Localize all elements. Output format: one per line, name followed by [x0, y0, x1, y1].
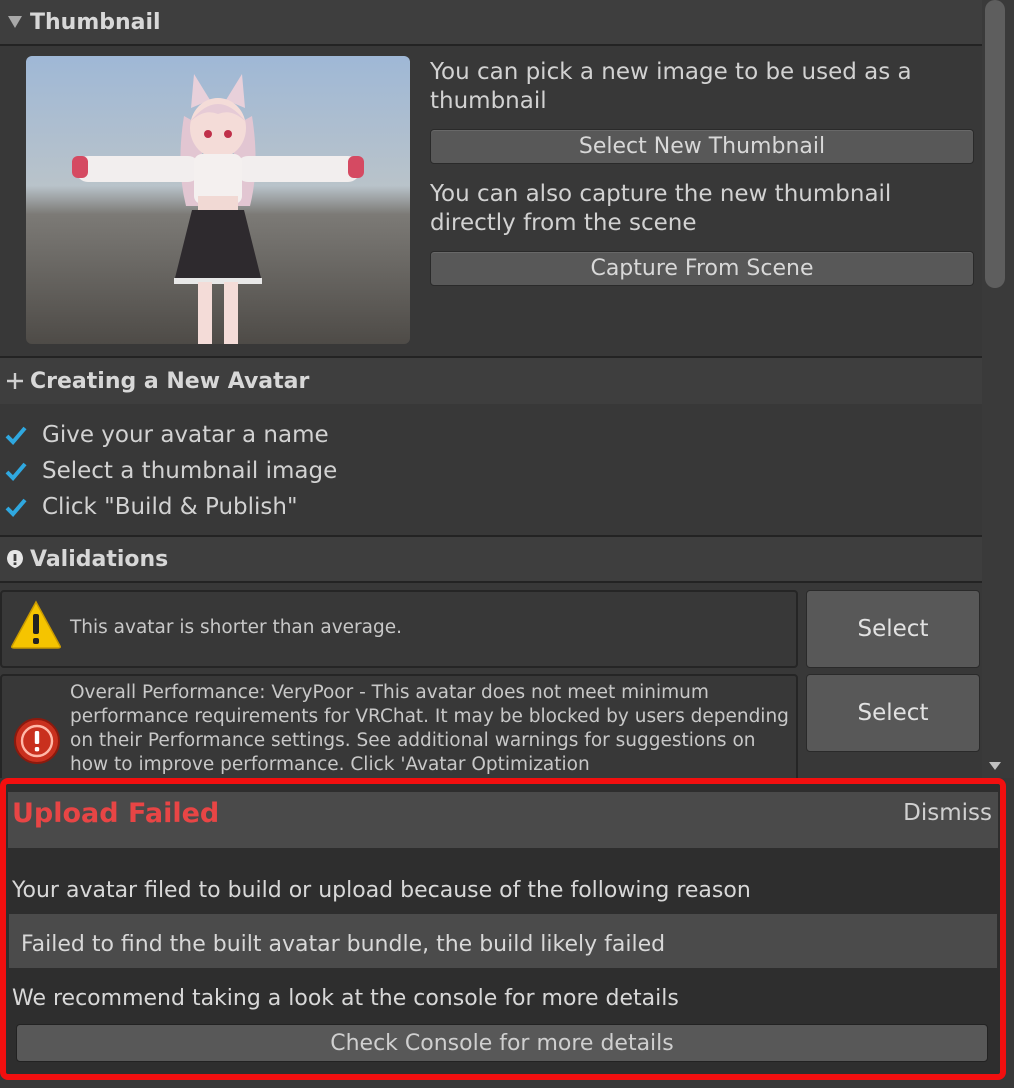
creating-header-label: Creating a New Avatar — [30, 368, 310, 394]
warning-triangle-icon — [10, 600, 62, 652]
thumbnail-pick-text: You can pick a new image to be used as a… — [430, 59, 912, 114]
upload-failed-title: Upload Failed — [12, 798, 220, 829]
inspector-scroll-area[interactable]: Thumbnail You can pick a new image to be… — [0, 0, 982, 778]
validations-section-header[interactable]: Validations — [0, 537, 982, 581]
upload-failed-panel: Upload Failed Dismiss Your avatar filed … — [0, 778, 1006, 1080]
error-intro-text: Your avatar filed to build or upload bec… — [12, 878, 751, 903]
checkmark-icon — [2, 461, 30, 481]
error-circle-icon — [12, 716, 62, 766]
thumbnail-header-label: Thumbnail — [30, 9, 161, 35]
checklist-item: Select a thumbnail image — [0, 453, 337, 489]
checkmark-icon — [2, 497, 30, 517]
validations-header-label: Validations — [30, 546, 169, 572]
validation-error-text: Overall Performance: VeryPoor - This ava… — [70, 682, 789, 775]
validation-warning-item: This avatar is shorter than average. — [0, 590, 798, 668]
capture-from-scene-button[interactable]: Capture From Scene — [430, 251, 974, 286]
validation-error-item: Overall Performance: VeryPoor - This ava… — [0, 674, 798, 778]
checklist-item: Give your avatar a name — [0, 417, 329, 453]
checklist-item: Click "Build & Publish" — [0, 489, 298, 525]
select-button[interactable]: Select — [806, 590, 980, 668]
checkmark-icon — [2, 425, 30, 445]
plus-icon — [0, 372, 30, 390]
dismiss-button[interactable]: Dismiss — [903, 800, 992, 826]
scrollbar-thumb[interactable] — [985, 0, 1005, 288]
validation-shield-icon — [0, 549, 30, 569]
checklist-label: Click "Build & Publish" — [42, 494, 298, 520]
select-new-thumbnail-button[interactable]: Select New Thumbnail — [430, 129, 974, 164]
scroll-down-arrow-icon[interactable] — [987, 757, 1003, 770]
error-recommend-text: We recommend taking a look at the consol… — [12, 986, 679, 1011]
thumbnail-section-header[interactable]: Thumbnail — [0, 0, 982, 44]
check-console-button[interactable]: Check Console for more details — [16, 1024, 988, 1062]
validation-warning-text: This avatar is shorter than average. — [70, 617, 402, 638]
divider — [0, 44, 982, 46]
checklist-label: Select a thumbnail image — [42, 458, 338, 484]
thumbnail-preview-image — [26, 56, 410, 344]
thumbnail-capture-text: You can also capture the new thumbnail d… — [430, 181, 892, 236]
checklist-label: Give your avatar a name — [42, 422, 329, 448]
select-button[interactable]: Select — [806, 674, 980, 752]
divider — [0, 581, 982, 583]
error-reason-text: Failed to find the built avatar bundle, … — [21, 932, 666, 957]
creating-section-header[interactable]: Creating a New Avatar — [0, 358, 982, 404]
foldout-triangle-icon[interactable] — [0, 15, 30, 29]
